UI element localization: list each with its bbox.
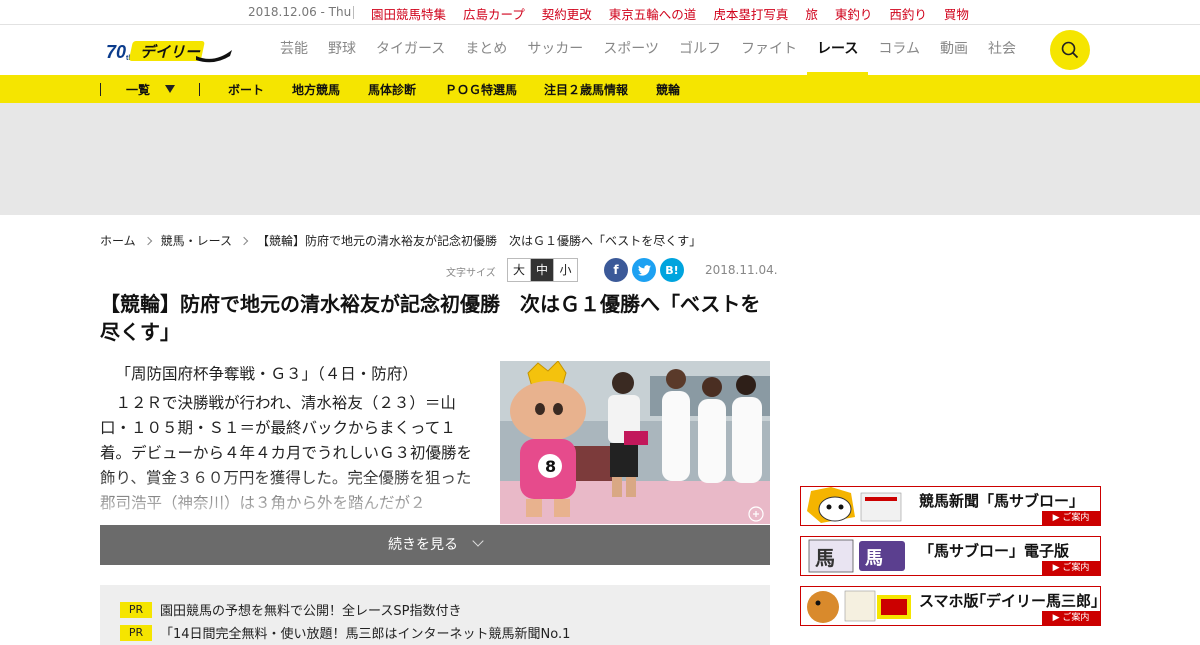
nav-item[interactable]: スポーツ [593,25,669,75]
twitter-icon[interactable] [632,258,656,282]
sidebar-banner-digital[interactable]: 馬 馬 「馬サブロー」電子版 ▶ ご案内 [800,536,1101,576]
subnav-item[interactable]: ボート [228,81,264,98]
pr-item[interactable]: PR 「14日間完全無料・使い放題！馬三郎はインターネット競馬新聞No.1 [120,623,570,642]
top-link[interactable]: 虎本塁打写真 [713,4,788,23]
banner-title: スマホ版｢デイリー馬三郎｣ [919,592,1099,610]
chevron-down-icon[interactable] [165,85,175,93]
nav-item[interactable]: 芸能 [270,25,318,75]
smartphone-edition-illustration [801,587,913,625]
article-photo[interactable]: 8 [500,361,770,524]
nav-item[interactable]: ファイト [731,25,807,75]
breadcrumb-current: 【競輪】防府で地元の清水裕友が記念初優勝 次はＧ１優勝へ「ベストを尽くす」 [257,234,702,248]
nav-item[interactable]: 社会 [978,25,1026,75]
font-size-medium[interactable]: 中 [531,259,554,281]
font-size-large[interactable]: 大 [508,259,531,281]
top-links: 園田競馬特集 広島カープ 契約更改 東京五輪への道 虎本塁打写真 旅 東釣り 西… [371,4,986,23]
current-date: 2018.12.06 - Thu [248,5,352,19]
article-lead: 「周防国府杯争奪戦・Ｇ３」（４日・防府） [115,365,418,383]
subnav-item[interactable]: ＰＯＧ特選馬 [445,81,517,98]
svg-text:8: 8 [545,457,556,476]
subnav-item[interactable]: 競輪 [656,81,680,98]
svg-text:デイリー: デイリー [140,43,201,61]
nav-item[interactable]: 野球 [318,25,366,75]
pr-links: PR 園田競馬の予想を無料で公開！全レースSP指数付き PR 「14日間完全無料… [100,585,770,645]
read-more-label: 続きを見る [388,537,458,553]
svg-text:70: 70 [106,42,126,62]
nav-item[interactable]: 動画 [930,25,978,75]
font-size-label: 文字サイズ [446,268,496,279]
pr-item[interactable]: PR 園田競馬の予想を無料で公開！全レースSP指数付き [120,600,461,619]
divider [199,83,200,96]
top-strip: 2018.12.06 - Thu 園田競馬特集 広島カープ 契約更改 東京五輪へ… [0,0,1200,25]
divider [353,6,354,19]
top-link[interactable]: 東釣り [835,4,873,23]
nav-item[interactable]: ゴルフ [669,25,731,75]
guide-button[interactable]: ▶ ご案内 [1042,611,1100,625]
top-link[interactable]: 買物 [944,4,969,23]
nav-item[interactable]: サッカー [517,25,593,75]
nav-item[interactable]: コラム [868,25,930,75]
pr-text: 園田競馬の予想を無料で公開！全レースSP指数付き [160,604,462,619]
text-fade [100,470,480,525]
guide-button[interactable]: ▶ ご案内 [1042,511,1100,525]
top-link[interactable]: 東京五輪への道 [609,4,697,23]
pr-badge: PR [120,624,152,641]
ad-banner-area [0,103,1200,215]
svg-text:馬: 馬 [815,546,835,570]
site-header: 70 th デイリー 芸能 野球 タイガース まとめ サッカー スポーツ ゴルフ… [0,25,1200,75]
sub-nav: 一覧 ボート 地方競馬 馬体診断 ＰＯＧ特選馬 注目２歳馬情報 競輪 [0,75,1200,103]
banner-title: 「馬サブロー」電子版 [919,542,1070,560]
article-headline: 【競輪】防府で地元の清水裕友が記念初優勝 次はＧ１優勝へ「ベストを尽くす」 [100,292,761,344]
breadcrumb: ホーム 競馬・レース 【競輪】防府で地元の清水裕友が記念初優勝 次はＧ１優勝へ「… [100,232,701,249]
podium-photo: 8 [500,361,770,524]
subnav-item[interactable]: 馬体診断 [368,81,416,98]
daily-logo[interactable]: 70 th デイリー [104,36,234,64]
top-link[interactable]: 旅 [805,4,818,23]
banner-title: 競馬新聞「馬サブロー」 [919,492,1085,510]
nav-item-race[interactable]: レース [807,25,869,75]
pr-text: 「14日間完全無料・使い放題！馬三郎はインターネット競馬新聞No.1 [160,627,571,642]
top-link[interactable]: 広島カープ [463,4,525,23]
sidebar-banner-smartphone[interactable]: スマホ版｢デイリー馬三郎｣ ▶ ご案内 [800,586,1101,626]
subnav-item[interactable]: 注目２歳馬情報 [544,81,628,98]
chevron-down-icon [472,535,484,547]
read-more-button[interactable]: 続きを見る [100,525,770,565]
guide-button[interactable]: ▶ ご案内 [1042,561,1100,575]
breadcrumb-home[interactable]: ホーム [100,232,136,249]
top-link[interactable]: 園田競馬特集 [371,4,446,23]
divider [100,83,101,96]
search-button[interactable] [1050,30,1090,70]
subnav-item[interactable]: 地方競馬 [292,81,340,98]
share-buttons: f B! [604,258,684,282]
top-link[interactable]: 西釣り [889,4,927,23]
list-dropdown[interactable]: 一覧 [126,81,150,98]
chevron-right-icon [143,236,152,245]
publish-date: 2018.11.04. [705,263,778,277]
font-size-selector: 大 中 小 [507,258,578,282]
svg-text:馬: 馬 [865,548,883,569]
sidebar-banner-newspaper[interactable]: 競馬新聞「馬サブロー」 ▶ ご案内 [800,486,1101,526]
nav-item[interactable]: タイガース [366,25,455,75]
breadcrumb-category[interactable]: 競馬・レース [161,232,232,249]
hatena-bookmark-icon[interactable]: B! [660,258,684,282]
main-nav: 芸能 野球 タイガース まとめ サッカー スポーツ ゴルフ ファイト レース コ… [270,25,1026,75]
top-link[interactable]: 契約更改 [542,4,592,23]
search-icon [1061,41,1079,59]
pr-badge: PR [120,601,152,618]
chevron-right-icon [239,236,249,245]
horse-mascot-illustration [801,487,913,525]
digital-edition-illustration: 馬 馬 [801,537,913,575]
facebook-icon[interactable]: f [604,258,628,282]
font-size-small[interactable]: 小 [554,259,577,281]
nav-item[interactable]: まとめ [455,25,517,75]
